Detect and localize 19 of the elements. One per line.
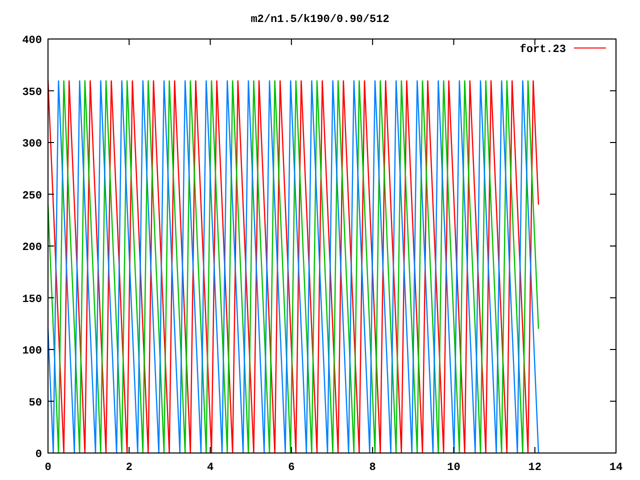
y-tick-label: 150 xyxy=(22,294,42,306)
x-tick-label: 0 xyxy=(44,462,52,474)
y-tick-label: 100 xyxy=(22,346,42,358)
x-tick-label: 8 xyxy=(369,462,376,474)
y-tick-label: 300 xyxy=(22,138,42,150)
x-tick-label: 4 xyxy=(206,462,214,474)
x-tick-label: 12 xyxy=(528,462,542,474)
x-tick-label: 10 xyxy=(447,462,460,474)
y-tick-label: 200 xyxy=(22,242,42,254)
chart-title: m2/n1.5/k190/0.90/512 xyxy=(250,14,390,26)
y-tick-label: 400 xyxy=(22,35,42,47)
legend-label: fort.23 xyxy=(520,44,566,56)
x-tick-label: 14 xyxy=(609,462,623,474)
y-tick-label: 350 xyxy=(22,86,42,99)
y-tick-label: 250 xyxy=(22,190,42,202)
y-tick-label: 0 xyxy=(35,449,42,461)
x-tick-label: 2 xyxy=(126,462,132,474)
x-tick-label: 6 xyxy=(288,462,295,474)
y-tick-label: 50 xyxy=(28,397,42,410)
